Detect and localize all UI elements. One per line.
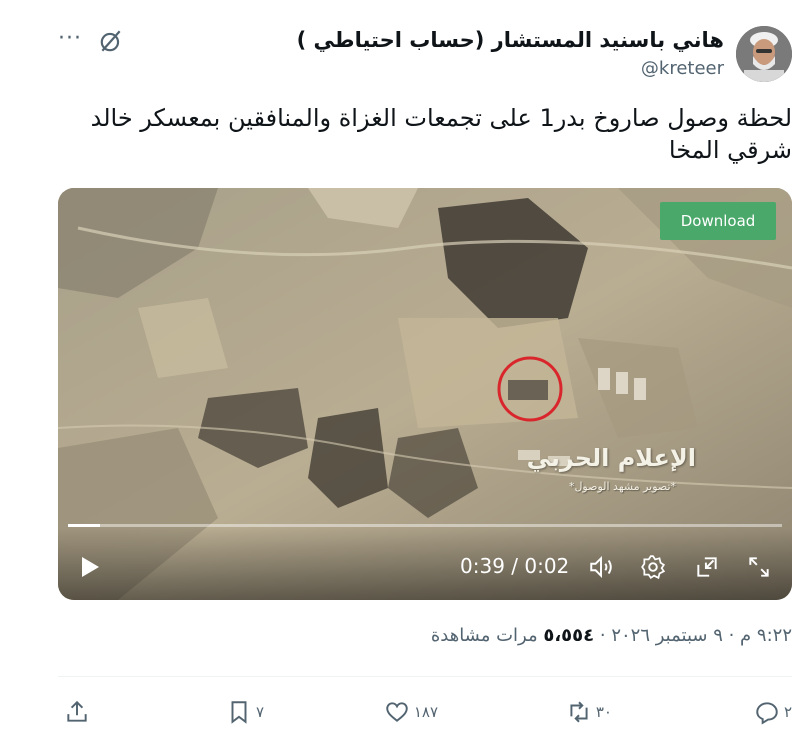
repost-icon bbox=[570, 701, 588, 723]
meta-separator: · bbox=[594, 625, 606, 646]
like-button[interactable]: ١٨٧ bbox=[384, 692, 438, 732]
repost-count: ٣٠ bbox=[595, 703, 612, 721]
download-button[interactable]: Download bbox=[660, 202, 776, 240]
meta-separator: · bbox=[722, 625, 735, 646]
tweet-date[interactable]: ٩ سبتمبر ٢٠٢٦ bbox=[611, 625, 723, 646]
avatar[interactable] bbox=[736, 26, 792, 82]
views-label: مرات مشاهدة bbox=[430, 625, 538, 646]
author-name[interactable]: هاني باسنيد المستشار (حساب احتياطي ) bbox=[297, 28, 724, 52]
fullscreen-icon[interactable] bbox=[746, 554, 772, 580]
tweet-meta: ٩:٢٢ م · ٩ سبتمبر ٢٠٢٦ · ٥،٥٥٤ مرات مشاه… bbox=[431, 625, 792, 646]
views-count: ٥،٥٥٤ bbox=[543, 625, 595, 646]
play-icon[interactable] bbox=[80, 556, 100, 578]
tweet-text: لحظة وصول صاروخ بدر1 على تجمعات الغزاة و… bbox=[90, 104, 792, 164]
volume-icon[interactable] bbox=[588, 554, 614, 580]
settings-icon[interactable] bbox=[640, 554, 666, 580]
bookmark-button[interactable]: ٧ bbox=[226, 692, 264, 732]
video-player[interactable]: Download الإعلام الحربي *تصوير مشهد الوص… bbox=[58, 188, 792, 600]
divider bbox=[58, 676, 792, 677]
like-count: ١٨٧ bbox=[413, 703, 438, 721]
tweet-header: ··· هاني باسنيد المستشار (حساب احتياطي )… bbox=[58, 22, 792, 86]
reply-icon bbox=[756, 702, 778, 725]
action-bar: ٢ ٣٠ ١٨٧ ٧ bbox=[58, 692, 792, 732]
video-watermark-subtitle: *تصوير مشهد الوصول* bbox=[568, 480, 676, 493]
like-icon bbox=[386, 702, 408, 722]
pip-icon[interactable] bbox=[694, 554, 720, 580]
reply-button[interactable]: ٢ bbox=[754, 692, 792, 732]
video-progress-fill bbox=[68, 524, 101, 527]
bookmark-count: ٧ bbox=[255, 703, 264, 721]
share-button[interactable] bbox=[64, 692, 90, 732]
tweet-time[interactable]: ٩:٢٢ م bbox=[740, 625, 792, 646]
repost-button[interactable]: ٣٠ bbox=[566, 692, 612, 732]
video-controls: 0:39 / 0:02 bbox=[58, 528, 792, 600]
grok-icon[interactable] bbox=[98, 28, 124, 54]
video-time: 0:39 / 0:02 bbox=[460, 554, 570, 578]
more-icon[interactable]: ··· bbox=[58, 26, 82, 51]
share-icon bbox=[67, 700, 87, 722]
video-progress-bar[interactable] bbox=[68, 524, 782, 527]
author-handle[interactable]: @kreteer bbox=[641, 58, 724, 79]
video-watermark-title: الإعلام الحربي bbox=[526, 444, 696, 472]
bookmark-icon bbox=[231, 701, 247, 724]
reply-count: ٢ bbox=[783, 703, 792, 721]
